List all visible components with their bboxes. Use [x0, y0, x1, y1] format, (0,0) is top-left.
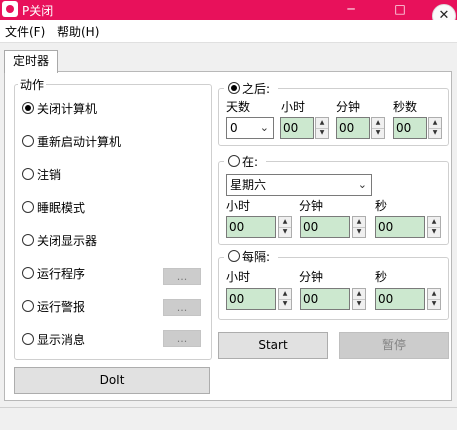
maximize-button[interactable]: □ [380, 0, 420, 20]
radio-logoff[interactable] [22, 168, 34, 180]
label-run-program: 运行程序 [37, 267, 86, 281]
radio-at[interactable] [228, 155, 240, 167]
every-minutes-spinner[interactable]: ▲ ▼ [352, 288, 366, 310]
every-hours-field[interactable]: 00 [226, 288, 276, 310]
browse-alarm-button[interactable]: ... [163, 299, 201, 316]
after-hours-label: 小时 [281, 100, 306, 114]
pause-button[interactable]: 暂停 [339, 332, 449, 359]
minimize-button[interactable]: ─ [331, 0, 371, 20]
after-days-value: 0 [230, 121, 238, 135]
menu-separator [0, 42, 457, 43]
label-shutdown: 关闭计算机 [37, 102, 98, 116]
every-minutes-label: 分钟 [299, 270, 324, 284]
spin-down-icon[interactable]: ▼ [316, 128, 328, 138]
tab-timer[interactable]: 定时器 [4, 50, 58, 73]
radio-run-alarm[interactable] [22, 300, 34, 312]
spin-down-icon[interactable]: ▼ [353, 227, 365, 237]
at-hours-label: 小时 [226, 199, 251, 213]
label-run-alarm: 运行警报 [37, 300, 86, 314]
window-title: P关闭 [22, 4, 54, 18]
spin-down-icon[interactable]: ▼ [428, 299, 440, 309]
radio-every[interactable] [228, 250, 240, 262]
every-minutes-field[interactable]: 00 [300, 288, 350, 310]
chevron-down-icon: ⌄ [259, 121, 269, 134]
radio-restart[interactable] [22, 135, 34, 147]
at-minutes-field[interactable]: 00 [300, 216, 350, 238]
after-days-select[interactable]: 0 ⌄ [226, 117, 274, 139]
label-show-message: 显示消息 [37, 333, 86, 347]
spin-down-icon[interactable]: ▼ [353, 299, 365, 309]
after-label: 之后: [242, 82, 271, 96]
label-restart: 重新启动计算机 [37, 135, 122, 149]
after-hours-spinner[interactable]: ▲ ▼ [315, 117, 329, 139]
at-seconds-spinner[interactable]: ▲ ▼ [427, 216, 441, 238]
every-seconds-field[interactable]: 00 [375, 288, 425, 310]
status-bar [0, 407, 457, 430]
every-label: 每隔: [242, 250, 271, 264]
radio-sleep[interactable] [22, 201, 34, 213]
spin-down-icon[interactable]: ▼ [428, 227, 440, 237]
after-minutes-spinner[interactable]: ▲ ▼ [371, 117, 385, 139]
after-days-label: 天数 [226, 100, 251, 114]
after-seconds-label: 秒数 [393, 100, 418, 114]
chevron-down-icon: ⌄ [357, 178, 367, 191]
radio-show-message[interactable] [22, 333, 34, 345]
label-monitor-off: 关闭显示器 [37, 234, 98, 248]
browse-message-button[interactable]: ... [163, 330, 201, 347]
radio-shutdown[interactable] [22, 102, 34, 114]
every-seconds-label: 秒 [375, 270, 388, 284]
at-hours-field[interactable]: 00 [226, 216, 276, 238]
radio-after[interactable] [228, 82, 240, 94]
every-hours-label: 小时 [226, 270, 251, 284]
at-seconds-label: 秒 [375, 199, 388, 213]
actions-group-label: 动作 [18, 76, 47, 93]
spin-down-icon[interactable]: ▼ [279, 299, 291, 309]
at-label: 在: [242, 155, 259, 169]
start-button[interactable]: Start [218, 332, 328, 359]
menu-help[interactable]: 帮助(H) [57, 23, 99, 40]
label-logoff: 注销 [37, 168, 62, 182]
browse-program-button[interactable]: ... [163, 268, 201, 285]
spin-down-icon[interactable]: ▼ [429, 128, 441, 138]
at-seconds-field[interactable]: 00 [375, 216, 425, 238]
radio-run-program[interactable] [22, 267, 34, 279]
after-hours-field[interactable]: 00 [280, 117, 314, 139]
label-sleep: 睡眠模式 [37, 201, 86, 215]
spin-down-icon[interactable]: ▼ [372, 128, 384, 138]
actions-group [14, 84, 212, 360]
weekday-select[interactable]: 星期六 ⌄ [226, 174, 372, 196]
after-minutes-field[interactable]: 00 [336, 117, 370, 139]
at-hours-spinner[interactable]: ▲ ▼ [278, 216, 292, 238]
spin-down-icon[interactable]: ▼ [279, 227, 291, 237]
radio-monitor-off[interactable] [22, 234, 34, 246]
after-minutes-label: 分钟 [336, 100, 361, 114]
app-icon [2, 1, 18, 17]
weekday-value: 星期六 [230, 178, 267, 192]
every-seconds-spinner[interactable]: ▲ ▼ [427, 288, 441, 310]
after-seconds-field[interactable]: 00 [393, 117, 427, 139]
after-seconds-spinner[interactable]: ▲ ▼ [428, 117, 442, 139]
every-hours-spinner[interactable]: ▲ ▼ [278, 288, 292, 310]
doit-button[interactable]: DoIt [14, 367, 210, 394]
at-minutes-label: 分钟 [299, 199, 324, 213]
menu-file[interactable]: 文件(F) [5, 23, 45, 40]
at-minutes-spinner[interactable]: ▲ ▼ [352, 216, 366, 238]
